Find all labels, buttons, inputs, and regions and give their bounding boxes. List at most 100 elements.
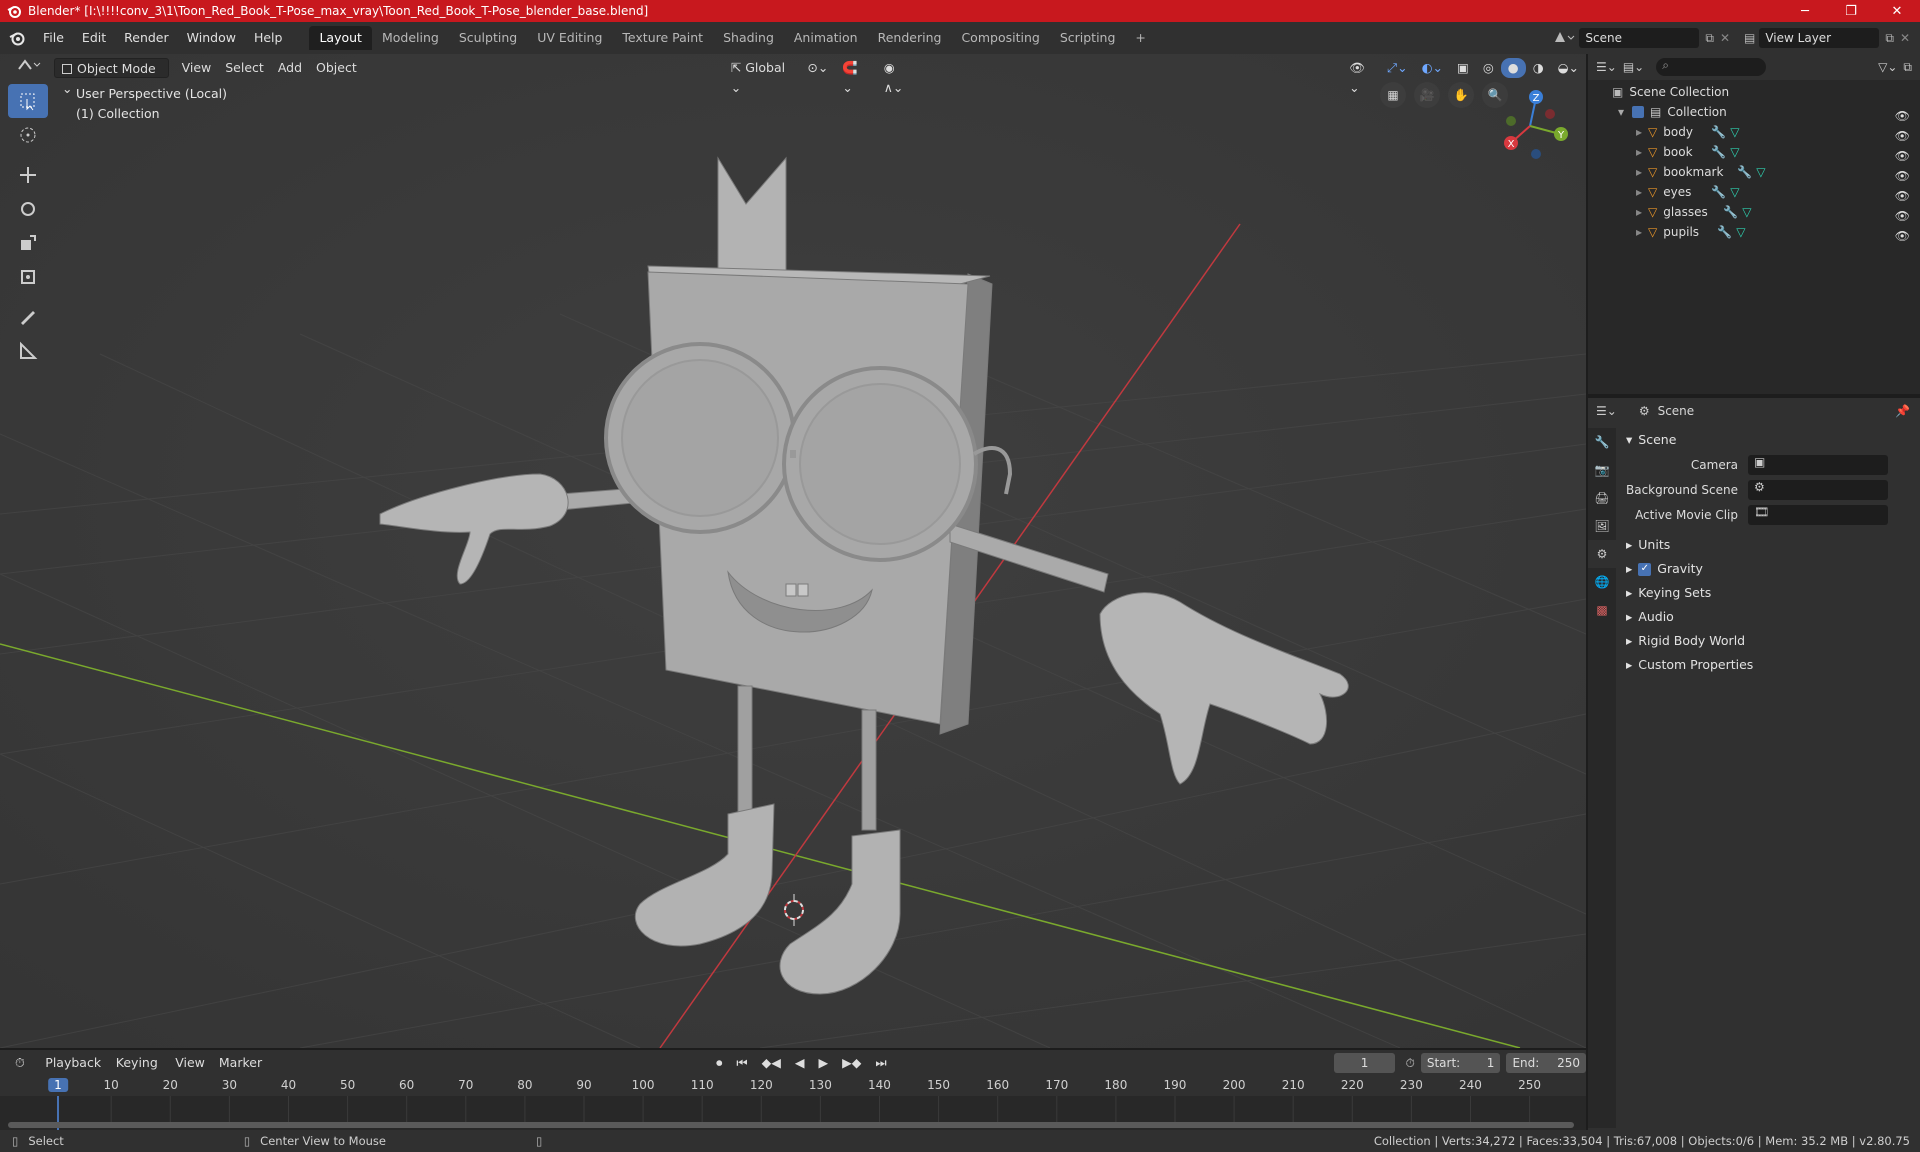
blender-menu-icon[interactable] (0, 30, 34, 46)
render-tab-icon[interactable]: 📷 (1588, 456, 1616, 484)
transform-tool-icon[interactable] (8, 260, 48, 294)
tab-sculpting[interactable]: Sculpting (449, 26, 527, 50)
mode-dropdown[interactable]: Object Mode ⌄ (54, 58, 169, 96)
transform-orientation-dropdown[interactable]: ⇱ Global ⌄ (724, 58, 801, 95)
3d-viewport[interactable]: Object Mode ⌄ View Select Add Object ⇱ G… (0, 54, 1586, 1048)
expand-chevron-icon[interactable]: ▸ (1636, 222, 1642, 242)
units-panel-header[interactable]: ▸ Units (1618, 533, 1920, 557)
viewport-menu-view[interactable]: View (175, 58, 219, 78)
scene-selector-icon[interactable] (1553, 29, 1575, 48)
add-workspace-button[interactable]: + (1125, 26, 1155, 50)
expand-chevron-icon[interactable]: ▸ (1636, 142, 1642, 162)
tab-layout[interactable]: Layout (309, 26, 372, 50)
eye-icon[interactable]: 👁 (1895, 226, 1910, 246)
shading-wireframe-icon[interactable]: ◎ (1476, 58, 1501, 78)
close-button[interactable]: ✕ (1874, 0, 1920, 22)
tab-uv-editing[interactable]: UV Editing (527, 26, 612, 50)
prev-keyframe-button[interactable]: ◆◀ (755, 1053, 788, 1073)
filter-icon[interactable]: ▽⌄ (1878, 60, 1897, 74)
next-keyframe-button[interactable]: ▶◆ (835, 1053, 868, 1073)
expand-chevron-icon[interactable]: ▸ (1636, 182, 1642, 202)
properties-editor-type-icon[interactable]: ☰⌄ (1596, 404, 1617, 418)
timeline-menu-keying[interactable]: Keying ⌄ (109, 1053, 168, 1090)
expand-chevron-icon[interactable]: ▸ (1636, 122, 1642, 142)
menu-render[interactable]: Render (115, 27, 178, 49)
expand-chevron-icon[interactable]: ▸ (1636, 202, 1642, 222)
custom-properties-panel-header[interactable]: ▸ Custom Properties (1618, 653, 1920, 677)
viewport-menu-object[interactable]: Object (309, 58, 364, 78)
scene-name-field[interactable]: Scene (1579, 28, 1700, 48)
shading-material-icon[interactable]: ◑ (1526, 58, 1551, 78)
toggle-perspective-icon[interactable]: ▦ (1380, 82, 1406, 108)
collapse-chevron-icon[interactable]: ▾ (1618, 102, 1624, 122)
keying-sets-panel-header[interactable]: ▸ Keying Sets (1618, 581, 1920, 605)
collection-checkbox[interactable] (1632, 106, 1645, 118)
tab-animation[interactable]: Animation (784, 26, 868, 50)
pivot-point-icon[interactable]: ⊙⌄ (800, 58, 835, 78)
scene-panel-header[interactable]: ▾ Scene (1618, 428, 1920, 452)
timeline-ruler[interactable]: 1 10 20 30 40 50 60 70 80 90 100 110 120 130 140 150 160… (0, 1076, 1586, 1096)
jump-start-button[interactable]: ⏮ (729, 1053, 754, 1073)
cursor-tool-icon[interactable] (8, 118, 48, 152)
outliner-item-pupils[interactable]: ▸ ▽ pupils 🔧 ▽ 👁 (1588, 222, 1920, 243)
tab-texture-paint[interactable]: Texture Paint (612, 26, 713, 50)
outliner-item-body[interactable]: ▸ ▽ body 🔧 ▽ 👁 (1588, 122, 1920, 143)
timeline-menu-marker[interactable]: Marker (212, 1053, 269, 1073)
texture-tab-icon[interactable]: ▩ (1588, 596, 1616, 624)
select-box-tool-icon[interactable] (8, 84, 48, 118)
scene-tab-icon[interactable]: ⚙ (1588, 540, 1616, 568)
annotate-tool-icon[interactable] (8, 300, 48, 334)
timeline-editor-type-icon[interactable]: ⏱⌄ (8, 1053, 38, 1090)
tab-rendering[interactable]: Rendering (868, 26, 952, 50)
audio-panel-header[interactable]: ▸ Audio (1618, 605, 1920, 629)
rigid-body-world-panel-header[interactable]: ▸ Rigid Body World (1618, 629, 1920, 653)
display-mode-icon[interactable]: ▤⌄ (1623, 60, 1644, 74)
preview-range-icon[interactable]: ⏱ (1405, 1056, 1414, 1071)
output-tab-icon[interactable]: 🖨 (1588, 484, 1616, 512)
pan-view-icon[interactable]: ✋ (1448, 82, 1474, 108)
outliner-search-input[interactable]: ⌕ (1656, 58, 1767, 76)
tab-shading[interactable]: Shading (713, 26, 784, 50)
jump-end-button[interactable]: ⏭ (868, 1053, 893, 1073)
move-tool-icon[interactable] (8, 158, 48, 192)
overlays-toggle-icon[interactable]: ◐⌄ (1415, 58, 1450, 78)
rotate-tool-icon[interactable] (8, 192, 48, 226)
collection-row[interactable]: ▾ ▤ Collection 👁 (1588, 102, 1920, 123)
snap-icon[interactable]: 🧲 ⌄ (835, 58, 876, 95)
current-frame-field[interactable]: 1 (1333, 1053, 1396, 1073)
view-layer-field[interactable]: View Layer (1759, 28, 1880, 48)
minimize-button[interactable]: ─ (1782, 0, 1828, 22)
current-frame-marker[interactable]: 1 (48, 1078, 68, 1092)
outliner-item-book[interactable]: ▸ ▽ book 🔧 ▽ 👁 (1588, 142, 1920, 163)
tab-compositing[interactable]: Compositing (951, 26, 1049, 50)
start-frame-field[interactable]: Start: 1 (1420, 1053, 1501, 1073)
view-layer-tab-icon[interactable]: 🖼 (1588, 512, 1616, 540)
expand-chevron-icon[interactable]: ▸ (1636, 162, 1642, 182)
shading-solid-icon[interactable]: ● (1500, 58, 1526, 78)
camera-field[interactable]: ▣ (1748, 454, 1888, 475)
gizmo-toggle-icon[interactable]: ⤢⌄ (1380, 58, 1414, 78)
editor-type-icon[interactable] (10, 58, 48, 78)
play-reverse-button[interactable]: ◀ (788, 1053, 812, 1073)
delete-scene-icon[interactable]: ✕ (1720, 31, 1730, 45)
record-button[interactable]: ⏺ (709, 1053, 729, 1073)
xray-toggle-icon[interactable]: ▣ (1450, 58, 1476, 78)
visibility-icon[interactable]: 👁⌄ (1342, 58, 1380, 95)
timeline-track[interactable] (0, 1096, 1586, 1130)
movie-clip-field[interactable]: 🎞 (1748, 504, 1888, 525)
timeline-menu-view[interactable]: View (168, 1053, 212, 1073)
menu-edit[interactable]: Edit (73, 27, 115, 49)
timeline-menu-playback[interactable]: Playback ⌄ (38, 1053, 109, 1090)
new-scene-icon[interactable]: ⧉ (1705, 31, 1714, 46)
outliner-editor-type-icon[interactable]: ☰⌄ (1596, 60, 1617, 74)
outliner-item-glasses[interactable]: ▸ ▽ glasses 🔧 ▽ 👁 (1588, 202, 1920, 223)
outliner-item-bookmark[interactable]: ▸ ▽ bookmark 🔧 ▽ 👁 (1588, 162, 1920, 183)
viewport-menu-add[interactable]: Add (271, 58, 309, 78)
shading-rendered-icon[interactable]: ◒⌄ (1551, 58, 1586, 78)
measure-tool-icon[interactable] (8, 334, 48, 368)
tab-modeling[interactable]: Modeling (372, 26, 449, 50)
end-frame-field[interactable]: End: 250 (1506, 1053, 1587, 1073)
camera-view-icon[interactable]: 🎥 (1414, 82, 1440, 108)
scene-collection-row[interactable]: ▣ Scene Collection (1588, 82, 1920, 102)
maximize-button[interactable]: ❐ (1828, 0, 1874, 22)
